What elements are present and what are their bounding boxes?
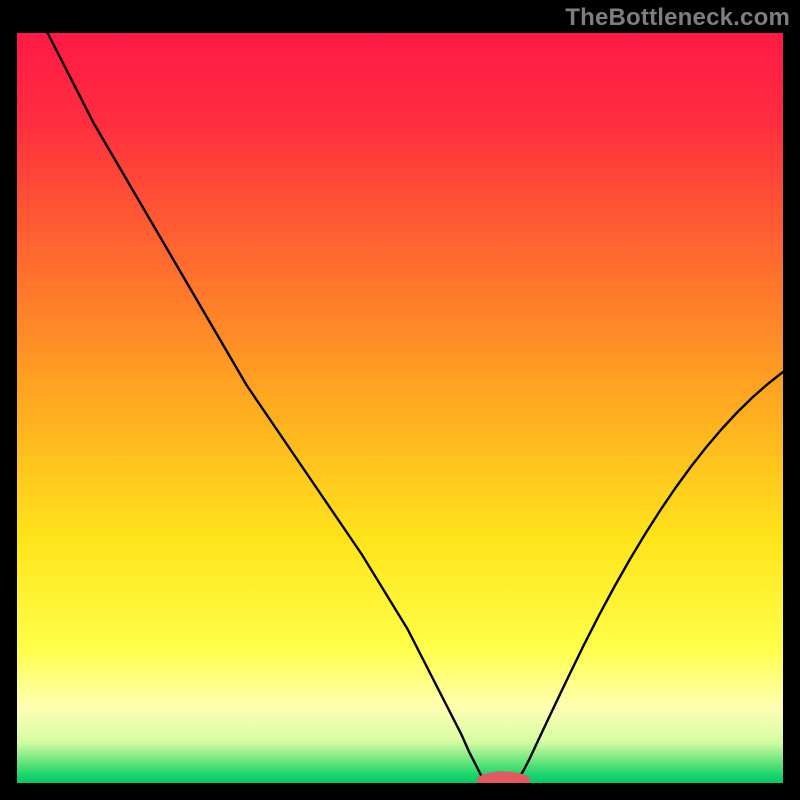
plot-area: [17, 33, 783, 783]
bottleneck-chart: [17, 33, 783, 783]
chart-frame: TheBottleneck.com: [0, 0, 800, 800]
gradient-bg: [17, 33, 783, 783]
watermark-text: TheBottleneck.com: [565, 4, 790, 32]
